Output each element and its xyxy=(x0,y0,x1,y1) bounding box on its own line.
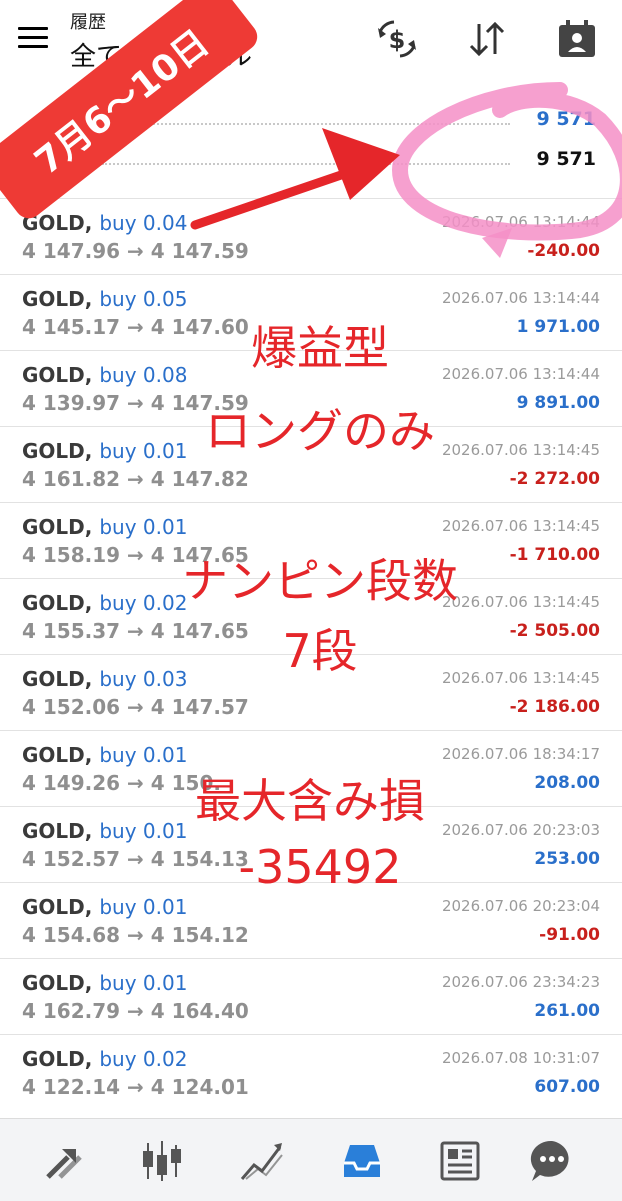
trade-time: 2026.07.06 18:34:17 xyxy=(441,745,600,763)
sort-arrows-icon[interactable] xyxy=(466,18,508,60)
trade-side: buy 0.01 xyxy=(99,515,188,539)
trade-prices: 4 155.37 → 4 147.65 xyxy=(22,619,249,643)
trade-prices: 4 147.96 → 4 147.59 xyxy=(22,239,249,263)
bottom-navigation xyxy=(0,1118,622,1201)
trade-symbol: GOLD, buy 0.04 xyxy=(22,211,188,235)
trade-profit: -1 710.00 xyxy=(509,545,600,565)
trade-prices: 4 158.19 → 4 147.65 xyxy=(22,543,249,567)
app-header: 履歴 全てのシンボル $ xyxy=(0,0,622,80)
chart-line-icon[interactable] xyxy=(238,1137,286,1185)
trade-side: buy 0.05 xyxy=(99,287,188,311)
trade-row[interactable]: GOLD, buy 0.08 4 139.97 → 4 147.59 2026.… xyxy=(0,350,622,426)
trade-row[interactable]: GOLD, buy 0.05 4 145.17 → 4 147.60 2026.… xyxy=(0,274,622,350)
trade-symbol: GOLD, buy 0.01 xyxy=(22,895,188,919)
trade-symbol: GOLD, buy 0.01 xyxy=(22,515,188,539)
trade-prices: 4 162.79 → 4 164.40 xyxy=(22,999,249,1023)
news-icon[interactable] xyxy=(436,1137,484,1185)
trade-prices: 4 139.97 → 4 147.59 xyxy=(22,391,249,415)
trade-profit: 607.00 xyxy=(534,1077,600,1097)
trade-row[interactable]: GOLD, buy 0.03 4 152.06 → 4 147.57 2026.… xyxy=(0,654,622,730)
trade-symbol: GOLD, buy 0.02 xyxy=(22,1047,188,1071)
trade-profit: 1 971.00 xyxy=(516,317,600,337)
trade-row[interactable]: GOLD, buy 0.01 4 149.26 → 4 150. 2026.07… xyxy=(0,730,622,806)
trade-symbol: GOLD, buy 0.01 xyxy=(22,743,188,767)
trade-symbol: GOLD, buy 0.03 xyxy=(22,667,188,691)
calendar-person-icon[interactable] xyxy=(556,18,598,60)
header-subtitle: 履歴 xyxy=(70,12,106,33)
trade-profit: 9 891.00 xyxy=(516,393,600,413)
svg-text:$: $ xyxy=(389,26,406,54)
trade-profit: -2 272.00 xyxy=(509,469,600,489)
trade-prices: 4 145.17 → 4 147.60 xyxy=(22,315,249,339)
trade-time: 2026.07.06 20:23:03 xyxy=(441,821,600,839)
trade-history-list: GOLD, buy 0.04 4 147.96 → 4 147.59 2026.… xyxy=(0,198,622,1110)
trade-side: buy 0.01 xyxy=(99,819,188,843)
summary-row-1: 9 571 xyxy=(22,108,600,138)
trade-side: buy 0.03 xyxy=(99,667,188,691)
trade-side: buy 0.01 xyxy=(99,971,188,995)
trade-symbol: GOLD, buy 0.01 xyxy=(22,439,188,463)
trade-symbol: GOLD, buy 0.01 xyxy=(22,971,188,995)
trade-row[interactable]: GOLD, buy 0.02 4 122.14 → 4 124.01 2026.… xyxy=(0,1034,622,1110)
trade-side: buy 0.01 xyxy=(99,895,188,919)
trade-profit: -91.00 xyxy=(539,925,600,945)
trade-profit: -2 186.00 xyxy=(509,697,600,717)
trade-time: 2026.07.06 13:14:44 xyxy=(441,289,600,307)
trade-symbol: GOLD, buy 0.02 xyxy=(22,591,188,615)
trade-time: 2026.07.06 13:14:45 xyxy=(441,593,600,611)
dollar-exchange-icon[interactable]: $ xyxy=(376,18,418,60)
summary-row-2: 9 571 xyxy=(22,148,600,178)
trade-symbol: GOLD, buy 0.05 xyxy=(22,287,188,311)
trade-side: buy 0.08 xyxy=(99,363,188,387)
trade-prices: 4 161.82 → 4 147.82 xyxy=(22,467,249,491)
trade-profit: -240.00 xyxy=(527,241,600,261)
trade-prices: 4 122.14 → 4 124.01 xyxy=(22,1075,249,1099)
hamburger-icon[interactable] xyxy=(18,27,48,49)
trade-profit: 261.00 xyxy=(534,1001,600,1021)
trade-prices: 4 149.26 → 4 150. xyxy=(22,771,221,795)
trade-row[interactable]: GOLD, buy 0.01 4 158.19 → 4 147.65 2026.… xyxy=(0,502,622,578)
trade-arrows-icon[interactable] xyxy=(40,1137,88,1185)
trade-time: 2026.07.06 13:14:44 xyxy=(441,213,600,231)
trade-profit: 253.00 xyxy=(534,849,600,869)
trade-symbol: GOLD, buy 0.01 xyxy=(22,819,188,843)
trade-time: 2026.07.06 23:34:23 xyxy=(441,973,600,991)
trade-prices: 4 154.68 → 4 154.12 xyxy=(22,923,249,947)
trade-row[interactable]: GOLD, buy 0.01 4 162.79 → 4 164.40 2026.… xyxy=(0,958,622,1034)
trade-row[interactable]: GOLD, buy 0.01 4 161.82 → 4 147.82 2026.… xyxy=(0,426,622,502)
trade-side: buy 0.04 xyxy=(99,211,188,235)
trade-symbol: GOLD, buy 0.08 xyxy=(22,363,188,387)
trade-profit: -2 505.00 xyxy=(509,621,600,641)
trade-side: buy 0.02 xyxy=(99,591,188,615)
trade-prices: 4 152.06 → 4 147.57 xyxy=(22,695,249,719)
trade-prices: 4 152.57 → 4 154.13 xyxy=(22,847,249,871)
trade-profit: 208.00 xyxy=(534,773,600,793)
trade-row[interactable]: GOLD, buy 0.02 4 155.37 → 4 147.65 2026.… xyxy=(0,578,622,654)
inbox-icon[interactable] xyxy=(338,1137,386,1185)
summary-value-2: 9 571 xyxy=(536,148,597,170)
summary-value-1: 9 571 xyxy=(536,108,597,130)
trade-time: 2026.07.06 20:23:04 xyxy=(441,897,600,915)
trade-row[interactable]: GOLD, buy 0.01 4 154.68 → 4 154.12 2026.… xyxy=(0,882,622,958)
trade-time: 2026.07.06 13:14:45 xyxy=(441,669,600,687)
trade-row[interactable]: GOLD, buy 0.01 4 152.57 → 4 154.13 2026.… xyxy=(0,806,622,882)
trade-time: 2026.07.06 13:14:44 xyxy=(441,365,600,383)
header-title[interactable]: 全てのシンボル xyxy=(70,36,252,73)
chat-icon[interactable] xyxy=(528,1137,576,1185)
trade-side: buy 0.01 xyxy=(99,439,188,463)
candlestick-icon[interactable] xyxy=(138,1137,186,1185)
trade-side: buy 0.01 xyxy=(99,743,188,767)
trade-time: 2026.07.06 13:14:45 xyxy=(441,441,600,459)
trade-time: 2026.07.08 10:31:07 xyxy=(441,1049,600,1067)
trade-row[interactable]: GOLD, buy 0.04 4 147.96 → 4 147.59 2026.… xyxy=(0,198,622,274)
trade-side: buy 0.02 xyxy=(99,1047,188,1071)
trade-time: 2026.07.06 13:14:45 xyxy=(441,517,600,535)
